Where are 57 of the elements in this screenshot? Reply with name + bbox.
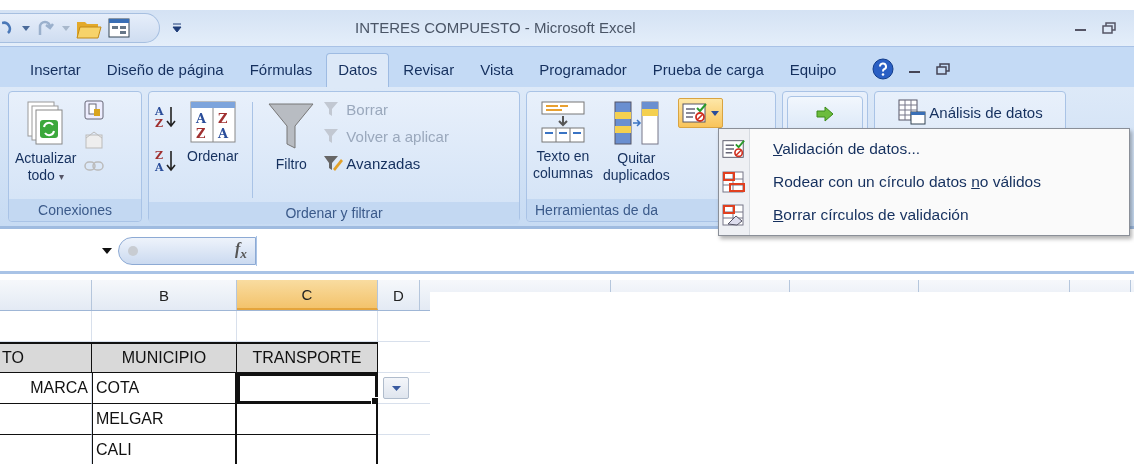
data-validation-button[interactable]: [677, 98, 723, 128]
eraser-cells-icon: [722, 203, 746, 226]
group-label: Ordenar y filtrar: [149, 202, 519, 224]
refresh-all-button[interactable]: Actualizar todo ▾: [13, 98, 79, 187]
circled-cells-icon: [722, 171, 746, 193]
text-to-columns-button[interactable]: Texto en columnas: [531, 98, 595, 184]
column-header[interactable]: D: [378, 280, 420, 310]
connections-icon[interactable]: [84, 100, 105, 120]
data-analysis-icon: [897, 98, 928, 126]
menu-item[interactable]: Validación de datos...: [719, 133, 1129, 166]
menu-item[interactable]: Rodear con un círculo datos no válidos: [719, 165, 1129, 199]
sort-button[interactable]: A Z Z A Ordenar: [185, 98, 241, 166]
table-cell: MELGAR: [92, 404, 237, 435]
table-cell: CALI: [92, 435, 237, 464]
refresh-icon: [25, 100, 66, 146]
insert-function-button[interactable]: f$_{x}$: [235, 239, 247, 263]
filter-button[interactable]: Filtro: [265, 98, 318, 174]
sort-dialog-icon: A Z Z A: [188, 100, 237, 144]
group-label: Conexiones: [9, 199, 141, 221]
window-title: INTERES COMPUESTO - Microsoft Excel: [355, 19, 636, 36]
validation-icon: [722, 138, 746, 161]
customize-icon[interactable]: [172, 23, 182, 33]
ribbon-tab[interactable]: Programador: [527, 53, 639, 88]
ribbon-tab[interactable]: Fórmulas: [237, 53, 325, 88]
funnel-icon: [267, 100, 316, 152]
form-icon[interactable]: [108, 18, 130, 38]
caret-icon: [391, 385, 401, 391]
table-header-cell: MUNICIPIO: [92, 342, 237, 373]
caret-icon[interactable]: [22, 25, 30, 31]
ribbon-tab[interactable]: Insertar: [18, 53, 93, 88]
table-cell: COTA: [92, 373, 237, 404]
validation-icon: [681, 102, 708, 124]
filter-command[interactable]: Avanzadas: [323, 154, 449, 172]
ribbon-tab[interactable]: Prueba de carga: [640, 53, 776, 88]
data-analysis-button[interactable]: Análisis de datos: [895, 96, 1045, 128]
table-cell[interactable]: [237, 404, 378, 435]
caret-icon: [710, 110, 719, 116]
table-cell: MARCA: [0, 373, 92, 404]
remove-duplicates-button[interactable]: Quitar duplicados: [600, 98, 672, 186]
ribbon-tab[interactable]: Revisar: [391, 53, 467, 88]
ribbon-tab[interactable]: Diseño de página: [94, 53, 236, 88]
cell-dropdown-button[interactable]: [383, 377, 409, 399]
remove-duplicates-icon: [611, 100, 662, 146]
ribbon-tab[interactable]: Datos: [326, 53, 390, 88]
ribbon-tab[interactable]: Vista: [468, 53, 526, 88]
arrow-right-icon: [815, 106, 835, 122]
caret-icon: [102, 248, 112, 254]
table-header-cell: TRANSPORTE: [237, 342, 378, 373]
table-header-cell: TO: [0, 342, 92, 373]
ribbon-tab[interactable]: Equipo: [777, 53, 849, 88]
funnel-icon: [323, 154, 344, 172]
restore-icon[interactable]: [1102, 22, 1116, 34]
grip-icon: [127, 245, 139, 257]
restore-icon[interactable]: [936, 63, 951, 75]
column-header[interactable]: C: [237, 280, 378, 310]
help-icon[interactable]: [872, 58, 895, 80]
active-cell[interactable]: [237, 373, 378, 404]
